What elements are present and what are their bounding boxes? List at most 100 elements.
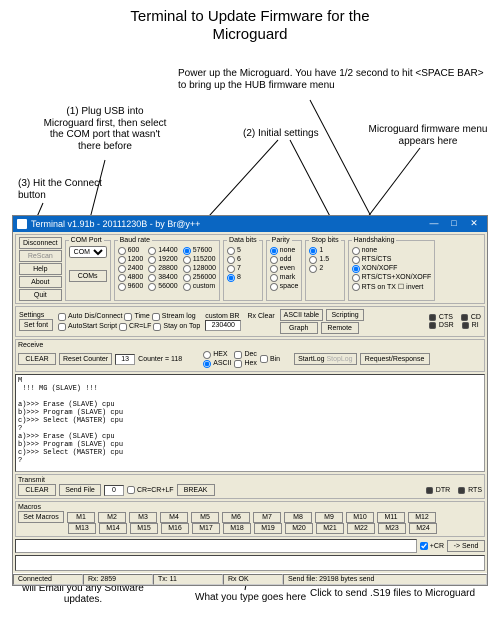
- macro-M11[interactable]: M11: [377, 512, 405, 523]
- baud-9600[interactable]: 9600: [118, 282, 144, 291]
- baud-600[interactable]: 600: [118, 246, 144, 255]
- rescan-button[interactable]: ReScan: [19, 250, 62, 262]
- break-button[interactable]: BREAK: [177, 484, 215, 496]
- send-file-button[interactable]: Send File: [59, 484, 101, 496]
- transmit-input[interactable]: [15, 539, 417, 553]
- help-button[interactable]: Help: [19, 263, 62, 275]
- graph-button[interactable]: Graph: [280, 322, 318, 334]
- baud-28800[interactable]: 28800: [148, 264, 177, 273]
- macro-M14[interactable]: M14: [99, 523, 127, 534]
- macro-M18[interactable]: M18: [223, 523, 251, 534]
- macro-M3[interactable]: M3: [129, 512, 157, 523]
- macro-M9[interactable]: M9: [315, 512, 343, 523]
- maximize-button[interactable]: □: [445, 218, 463, 230]
- check-streamlog[interactable]: Stream log: [152, 312, 196, 321]
- stopbits-2[interactable]: 2: [309, 264, 340, 273]
- baud-256000[interactable]: 256000: [183, 273, 216, 282]
- receive-clear-button[interactable]: CLEAR: [18, 353, 56, 365]
- parity-none[interactable]: none: [270, 246, 299, 255]
- setfont-button[interactable]: Set font: [19, 319, 53, 331]
- transmit-log[interactable]: [15, 555, 485, 571]
- macro-M16[interactable]: M16: [161, 523, 189, 534]
- macro-M1[interactable]: M1: [67, 512, 95, 523]
- rx-dec-check[interactable]: Dec: [234, 350, 256, 359]
- handshake-RTSonTXinvert[interactable]: RTS on TX ☐ invert: [352, 282, 432, 291]
- baud-1200[interactable]: 1200: [118, 255, 144, 264]
- macro-M20[interactable]: M20: [285, 523, 313, 534]
- baud-14400[interactable]: 14400: [148, 246, 177, 255]
- macro-M22[interactable]: M22: [347, 523, 375, 534]
- cr-check[interactable]: +CR: [420, 542, 444, 551]
- handshake-RTSCTS[interactable]: RTS/CTS: [352, 255, 432, 264]
- handshake-none[interactable]: none: [352, 246, 432, 255]
- baud-4800[interactable]: 4800: [118, 273, 144, 282]
- databits-8[interactable]: 8: [227, 273, 259, 282]
- handshake-RTSCTSXONXOFF[interactable]: RTS/CTS+XON/XOFF: [352, 273, 432, 282]
- parity-mark[interactable]: mark: [270, 273, 299, 282]
- baud-115200[interactable]: 115200: [183, 255, 216, 264]
- parity-even[interactable]: even: [270, 264, 299, 273]
- handshake-XONXOFF[interactable]: XON/XOFF: [352, 264, 432, 273]
- macro-M15[interactable]: M15: [130, 523, 158, 534]
- disconnect-button[interactable]: Disconnect: [19, 237, 62, 249]
- rx-hex-check[interactable]: Hex: [234, 359, 256, 368]
- macro-M2[interactable]: M2: [98, 512, 126, 523]
- parity-odd[interactable]: odd: [270, 255, 299, 264]
- macro-M17[interactable]: M17: [192, 523, 220, 534]
- scripting-button[interactable]: Scripting: [326, 309, 364, 321]
- macro-M19[interactable]: M19: [254, 523, 282, 534]
- check-time[interactable]: Time: [124, 312, 149, 321]
- baud-56000[interactable]: 56000: [148, 282, 177, 291]
- receive-textarea[interactable]: M !!! MG (SLAVE) !!! a)>>> Erase (SLAVE)…: [15, 374, 485, 472]
- set-macros-button[interactable]: Set Macros: [18, 511, 64, 523]
- check-crlf[interactable]: CR=LF: [119, 322, 151, 331]
- transmit-clear-button[interactable]: CLEAR: [18, 484, 56, 496]
- macro-M7[interactable]: M7: [253, 512, 281, 523]
- macro-M24[interactable]: M24: [409, 523, 437, 534]
- startlog-button[interactable]: StartLog StopLog: [294, 353, 357, 365]
- stopbits-15[interactable]: 1.5: [309, 255, 340, 264]
- databits-6[interactable]: 6: [227, 255, 259, 264]
- macro-M13[interactable]: M13: [68, 523, 96, 534]
- macro-M12[interactable]: M12: [408, 512, 436, 523]
- send-button[interactable]: -> Send: [447, 540, 485, 552]
- about-button[interactable]: About: [19, 276, 62, 288]
- databits-7[interactable]: 7: [227, 264, 259, 273]
- macro-M21[interactable]: M21: [316, 523, 344, 534]
- coms-button[interactable]: COMs: [69, 270, 107, 282]
- rx-hex-radio[interactable]: HEX: [203, 350, 231, 359]
- baud-2400[interactable]: 2400: [118, 264, 144, 273]
- check-autostart[interactable]: AutoStart Script: [58, 322, 117, 331]
- stopbits-1[interactable]: 1: [309, 246, 340, 255]
- macro-M5[interactable]: M5: [191, 512, 219, 523]
- remote-button[interactable]: Remote: [321, 322, 359, 334]
- quit-button[interactable]: Quit: [19, 289, 62, 301]
- baud-57600[interactable]: 57600: [183, 246, 216, 255]
- baud-128000[interactable]: 128000: [183, 264, 216, 273]
- rx-ascii-radio[interactable]: ASCII: [203, 359, 231, 368]
- macro-M10[interactable]: M10: [346, 512, 374, 523]
- databits-5[interactable]: 5: [227, 246, 259, 255]
- counter-input[interactable]: [115, 354, 135, 365]
- macro-M23[interactable]: M23: [378, 523, 406, 534]
- check-autodc[interactable]: Auto Dis/Connect: [58, 312, 122, 321]
- custom-br-input[interactable]: [205, 320, 241, 331]
- rx-bin-check[interactable]: Bin: [260, 355, 280, 364]
- macro-M8[interactable]: M8: [284, 512, 312, 523]
- baud-19200[interactable]: 19200: [148, 255, 177, 264]
- minimize-button[interactable]: —: [425, 218, 443, 230]
- reqres-button[interactable]: Request/Response: [360, 353, 430, 365]
- tx-crlf-check[interactable]: CR=CR+LF: [127, 486, 174, 495]
- parity-space[interactable]: space: [270, 282, 299, 291]
- reset-counter-button[interactable]: Reset Counter: [59, 353, 112, 365]
- macro-M4[interactable]: M4: [160, 512, 188, 523]
- transmit-cnt[interactable]: [104, 485, 124, 496]
- baud-custom[interactable]: custom: [183, 282, 216, 291]
- baud-38400[interactable]: 38400: [148, 273, 177, 282]
- close-button[interactable]: ✕: [465, 218, 483, 230]
- ascii-table-button[interactable]: ASCII table: [280, 309, 323, 321]
- macro-M6[interactable]: M6: [222, 512, 250, 523]
- titlebar: Terminal v1.91b - 20111230B - by Br@y++ …: [13, 216, 487, 232]
- comport-select[interactable]: COM3: [69, 246, 107, 258]
- check-stayontop[interactable]: Stay on Top: [153, 322, 200, 331]
